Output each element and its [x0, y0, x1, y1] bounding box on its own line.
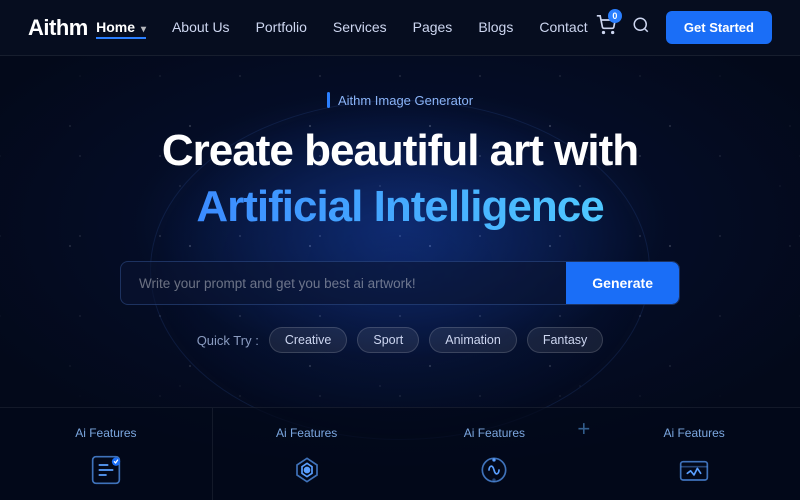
- hero-title-line1: Create beautiful art with: [162, 126, 638, 177]
- feature-icon-2: [287, 450, 327, 490]
- hero-section: Aithm Image Generator Create beautiful a…: [0, 56, 800, 500]
- navbar: Aithm Home ▾ About Us Portfolio Services: [0, 0, 800, 56]
- nav-right-actions: 0 Get Started: [596, 11, 772, 44]
- feature-icon-4: [674, 450, 714, 490]
- nav-item-portfolio[interactable]: Portfolio: [256, 19, 307, 37]
- prompt-input[interactable]: [121, 263, 566, 304]
- cart-icon[interactable]: 0: [596, 15, 616, 40]
- nav-link-portfolio[interactable]: Portfolio: [256, 19, 307, 35]
- quick-try-label: Quick Try :: [197, 333, 259, 348]
- generate-button[interactable]: Generate: [566, 262, 679, 304]
- quick-try-fantasy[interactable]: Fantasy: [527, 327, 603, 353]
- feature-icon-1: [86, 450, 126, 490]
- quick-try-row: Quick Try : Creative Sport Animation Fan…: [197, 327, 604, 353]
- hero-search-bar: Generate: [120, 261, 680, 305]
- plus-icon: +: [577, 416, 590, 442]
- nav-link-pages[interactable]: Pages: [413, 19, 453, 35]
- hero-content: Aithm Image Generator Create beautiful a…: [0, 92, 800, 353]
- feature-label-1: Ai Features: [75, 426, 136, 440]
- quick-try-creative[interactable]: Creative: [269, 327, 348, 353]
- nav-link-services[interactable]: Services: [333, 19, 387, 35]
- nav-item-blogs[interactable]: Blogs: [478, 19, 513, 37]
- nav-item-services[interactable]: Services: [333, 19, 387, 37]
- feature-label-4: Ai Features: [663, 426, 724, 440]
- hero-title-line2: Artificial Intelligence: [196, 181, 603, 234]
- feature-label-2: Ai Features: [276, 426, 337, 440]
- nav-link-home[interactable]: Home ▾: [96, 19, 146, 39]
- feature-col-3: Ai Features +: [401, 408, 589, 500]
- nav-links: Home ▾ About Us Portfolio Services Pages: [96, 19, 587, 37]
- feature-col-4: Ai Features: [588, 408, 800, 500]
- feature-col-2: Ai Features: [213, 408, 401, 500]
- search-icon[interactable]: [632, 16, 650, 39]
- nav-link-about[interactable]: About Us: [172, 19, 230, 35]
- hero-badge: Aithm Image Generator: [327, 92, 473, 108]
- feature-col-2-wrapper: Ai Features: [213, 408, 401, 500]
- nav-item-home[interactable]: Home ▾: [96, 19, 146, 37]
- quick-try-sport[interactable]: Sport: [357, 327, 419, 353]
- badge-line-icon: [327, 92, 330, 108]
- nav-item-contact[interactable]: Contact: [539, 19, 587, 37]
- feature-col-1: Ai Features: [0, 408, 213, 500]
- brand-logo[interactable]: Aithm: [28, 15, 88, 41]
- nav-link-contact[interactable]: Contact: [539, 19, 587, 35]
- chevron-down-icon: ▾: [141, 24, 146, 35]
- feature-col-3-wrapper: Ai Features +: [401, 408, 589, 500]
- quick-try-animation[interactable]: Animation: [429, 327, 517, 353]
- cart-badge: 0: [608, 9, 622, 23]
- nav-item-pages[interactable]: Pages: [413, 19, 453, 37]
- nav-item-about[interactable]: About Us: [172, 19, 230, 37]
- features-row: Ai Features Ai Features Ai Features: [0, 407, 800, 500]
- feature-label-3: Ai Features: [464, 426, 525, 440]
- nav-link-blogs[interactable]: Blogs: [478, 19, 513, 35]
- feature-icon-3: [474, 450, 514, 490]
- get-started-button[interactable]: Get Started: [666, 11, 772, 44]
